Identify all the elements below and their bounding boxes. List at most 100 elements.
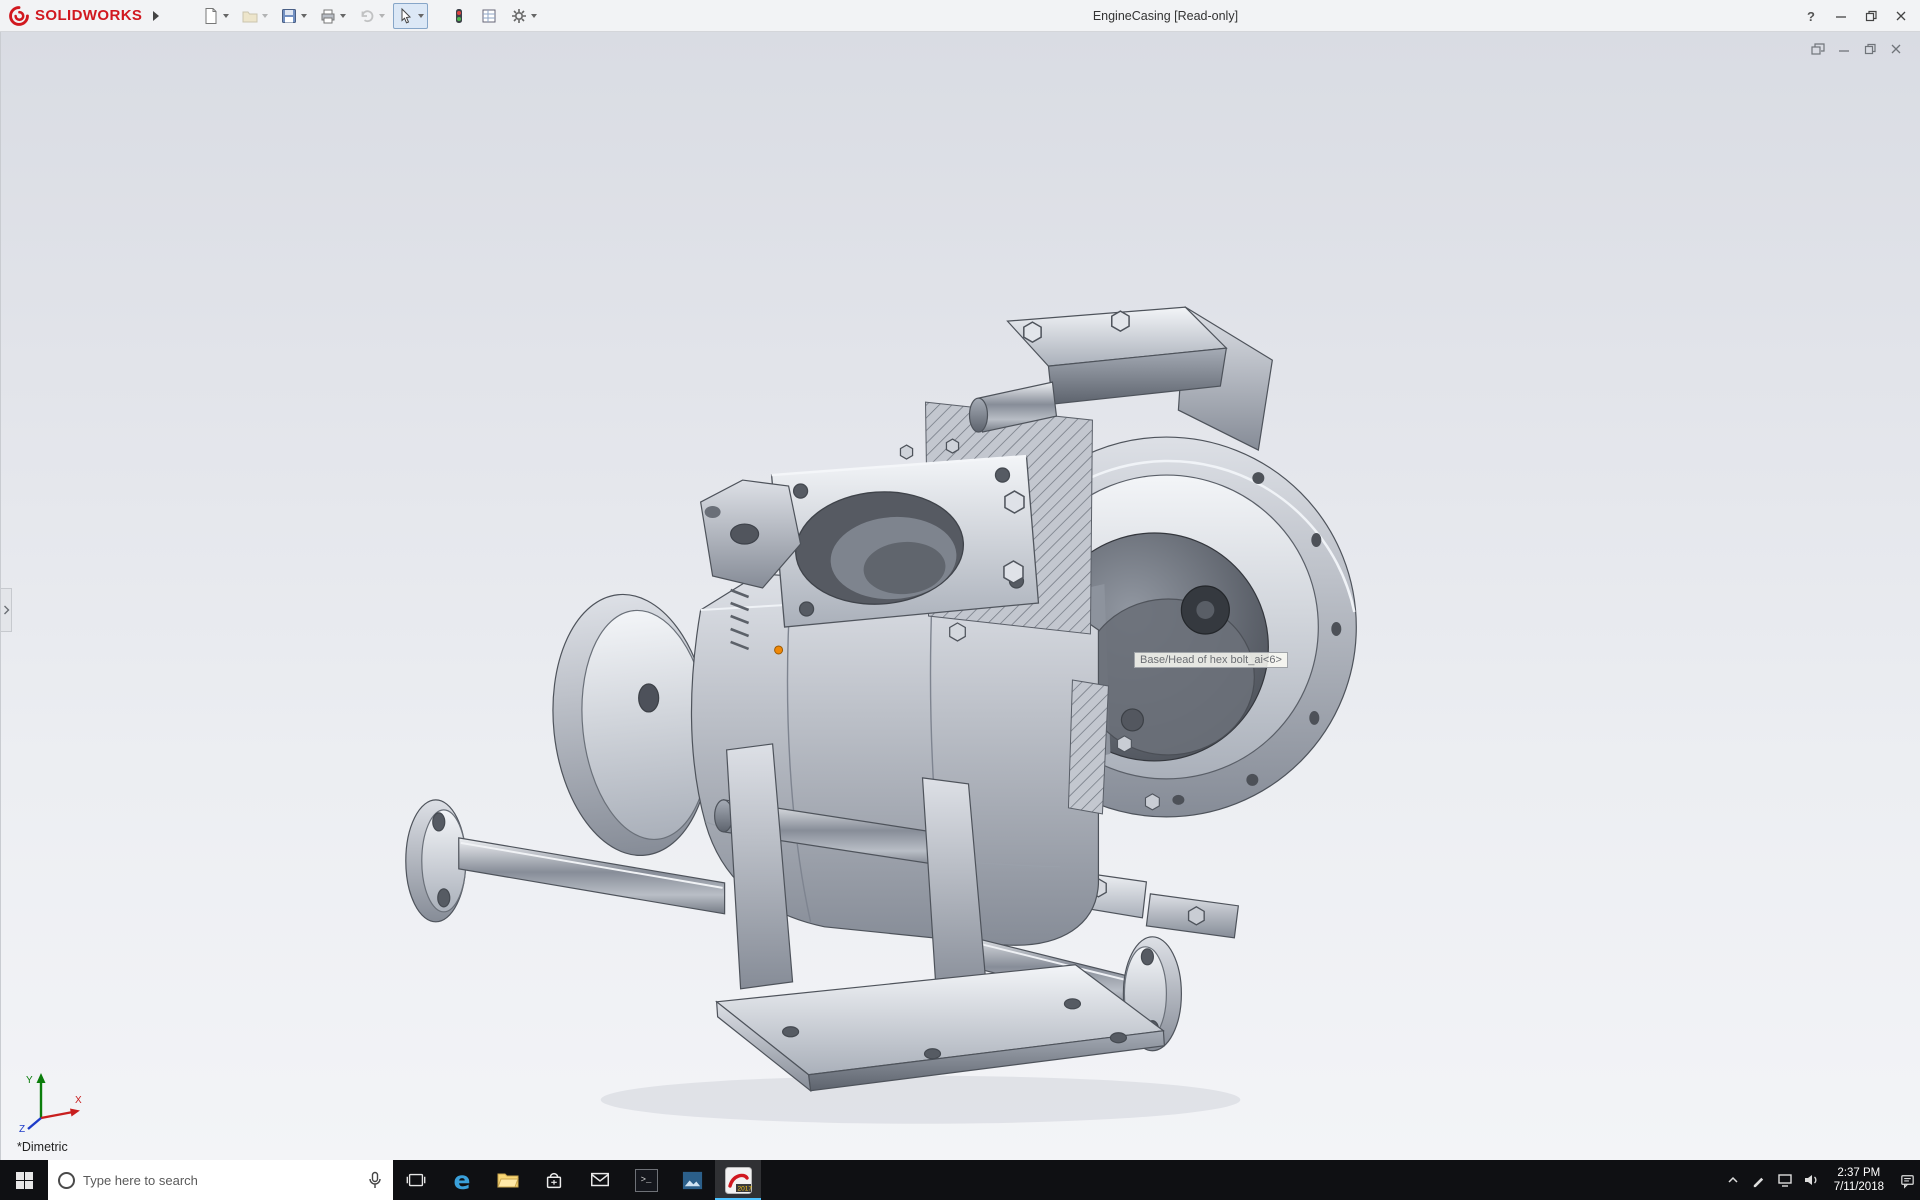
cortana-icon bbox=[58, 1172, 75, 1189]
chevron-down-icon bbox=[418, 14, 424, 18]
close-button[interactable] bbox=[1886, 3, 1916, 29]
menu-flyout-button[interactable] bbox=[148, 5, 164, 27]
hover-tooltip: Base/Head of hex bolt_ai<6> bbox=[1134, 652, 1288, 668]
chevron-down-icon bbox=[301, 14, 307, 18]
chevron-down-icon bbox=[223, 14, 229, 18]
taskbar-search[interactable] bbox=[48, 1160, 393, 1200]
clock-time: 2:37 PM bbox=[1837, 1166, 1880, 1180]
orientation-triad: Y X Z bbox=[17, 1070, 87, 1134]
taskbar-clock[interactable]: 2:37 PM 7/11/2018 bbox=[1824, 1160, 1894, 1200]
store-bag-icon bbox=[543, 1169, 565, 1191]
start-button[interactable] bbox=[0, 1160, 48, 1200]
document-window-controls bbox=[1808, 40, 1906, 58]
select-tool-button[interactable] bbox=[393, 3, 428, 29]
save-button[interactable] bbox=[276, 3, 311, 29]
taskbar-app-file-explorer[interactable] bbox=[485, 1160, 531, 1200]
graphics-viewport[interactable]: Base/Head of hex bolt_ai<6> Y X Z *Dimet… bbox=[0, 32, 1920, 1160]
solidworks-app-icon: 2017 bbox=[725, 1167, 752, 1194]
minimize-icon bbox=[1837, 42, 1851, 56]
action-center-button[interactable] bbox=[1894, 1160, 1920, 1200]
search-input[interactable] bbox=[83, 1173, 359, 1188]
close-icon bbox=[1889, 42, 1903, 56]
open-document-button[interactable] bbox=[237, 3, 272, 29]
undo-icon bbox=[358, 7, 376, 25]
new-window-button[interactable] bbox=[1808, 40, 1828, 58]
hidden-icons-chevron[interactable] bbox=[1720, 1160, 1746, 1200]
taskbar-app-edge[interactable]: e bbox=[439, 1160, 485, 1200]
restore-icon bbox=[1863, 42, 1877, 56]
minimize-button[interactable] bbox=[1826, 3, 1856, 29]
windows-logo-icon bbox=[16, 1172, 33, 1189]
gear-icon bbox=[510, 7, 528, 25]
chevron-down-icon bbox=[340, 14, 346, 18]
tray-network-button[interactable] bbox=[1772, 1160, 1798, 1200]
taskbar-apps: e >_ bbox=[393, 1160, 761, 1200]
tray-pen-button[interactable] bbox=[1746, 1160, 1772, 1200]
featuremanager-flyout-tab[interactable] bbox=[1, 588, 12, 632]
x-axis-arrow bbox=[70, 1109, 80, 1117]
microphone-icon[interactable] bbox=[367, 1171, 383, 1189]
taskbar-app-photos[interactable] bbox=[669, 1160, 715, 1200]
window-controls: ? bbox=[1796, 0, 1916, 32]
taskbar-app-store[interactable] bbox=[531, 1160, 577, 1200]
titlebar: SOLIDWORKS bbox=[0, 0, 1920, 32]
minimize-icon bbox=[1834, 9, 1848, 23]
pen-icon bbox=[1751, 1173, 1766, 1188]
taskbar: e >_ bbox=[0, 1160, 1920, 1200]
task-view-icon bbox=[405, 1169, 427, 1191]
chevron-down-icon bbox=[262, 14, 268, 18]
brand-name: SOLIDWORKS bbox=[35, 7, 142, 24]
clock-date: 7/11/2018 bbox=[1834, 1180, 1884, 1194]
terminal-icon: >_ bbox=[635, 1169, 658, 1192]
restore-icon bbox=[1864, 9, 1878, 23]
solidworks-window: SOLIDWORKS bbox=[0, 0, 1920, 1200]
volume-icon bbox=[1803, 1172, 1819, 1188]
chevron-up-icon bbox=[1726, 1173, 1740, 1187]
help-button[interactable]: ? bbox=[1796, 3, 1826, 29]
print-icon bbox=[319, 7, 337, 25]
task-view-button[interactable] bbox=[393, 1160, 439, 1200]
taskbar-app-mail[interactable] bbox=[577, 1160, 623, 1200]
ground-shadow bbox=[601, 1076, 1241, 1124]
network-icon bbox=[1777, 1172, 1793, 1188]
chevron-down-icon bbox=[379, 14, 385, 18]
document-close-button[interactable] bbox=[1886, 40, 1906, 58]
document-restore-button[interactable] bbox=[1860, 40, 1880, 58]
photos-icon bbox=[681, 1169, 704, 1192]
tray-volume-button[interactable] bbox=[1798, 1160, 1824, 1200]
close-icon bbox=[1894, 9, 1908, 23]
engine-casing-model[interactable] bbox=[1, 32, 1920, 1160]
mail-envelope-icon bbox=[589, 1169, 611, 1191]
rebuild-traffic-light-icon bbox=[450, 7, 468, 25]
file-properties-button[interactable] bbox=[476, 3, 502, 29]
y-axis-label: Y bbox=[26, 1075, 33, 1086]
system-tray: 2:37 PM 7/11/2018 bbox=[1720, 1160, 1920, 1200]
file-properties-icon bbox=[480, 7, 498, 25]
x-axis-label: X bbox=[75, 1095, 82, 1106]
solidworks-version-badge: 2017 bbox=[737, 1185, 752, 1192]
select-cursor-icon bbox=[397, 7, 415, 25]
print-button[interactable] bbox=[315, 3, 350, 29]
hover-point-marker bbox=[775, 646, 783, 654]
document-minimize-button[interactable] bbox=[1834, 40, 1854, 58]
file-explorer-icon bbox=[496, 1168, 520, 1192]
restore-button[interactable] bbox=[1856, 3, 1886, 29]
taskbar-app-terminal[interactable]: >_ bbox=[623, 1160, 669, 1200]
flyout-arrow-icon bbox=[153, 11, 159, 21]
undo-button[interactable] bbox=[354, 3, 389, 29]
ds-logo-icon bbox=[8, 5, 30, 27]
quick-access-toolbar bbox=[198, 3, 541, 29]
save-icon bbox=[280, 7, 298, 25]
taskbar-app-solidworks[interactable]: 2017 bbox=[715, 1160, 761, 1200]
part-carb-flange[interactable] bbox=[772, 439, 1039, 627]
chevron-down-icon bbox=[531, 14, 537, 18]
rebuild-button[interactable] bbox=[446, 3, 472, 29]
view-orientation-label: *Dimetric bbox=[17, 1140, 68, 1154]
open-folder-icon bbox=[241, 7, 259, 25]
chevron-right-icon bbox=[3, 605, 10, 615]
action-center-icon bbox=[1899, 1172, 1916, 1189]
z-axis-label: Z bbox=[19, 1124, 25, 1134]
new-document-icon bbox=[202, 7, 220, 25]
new-document-button[interactable] bbox=[198, 3, 233, 29]
options-button[interactable] bbox=[506, 3, 541, 29]
